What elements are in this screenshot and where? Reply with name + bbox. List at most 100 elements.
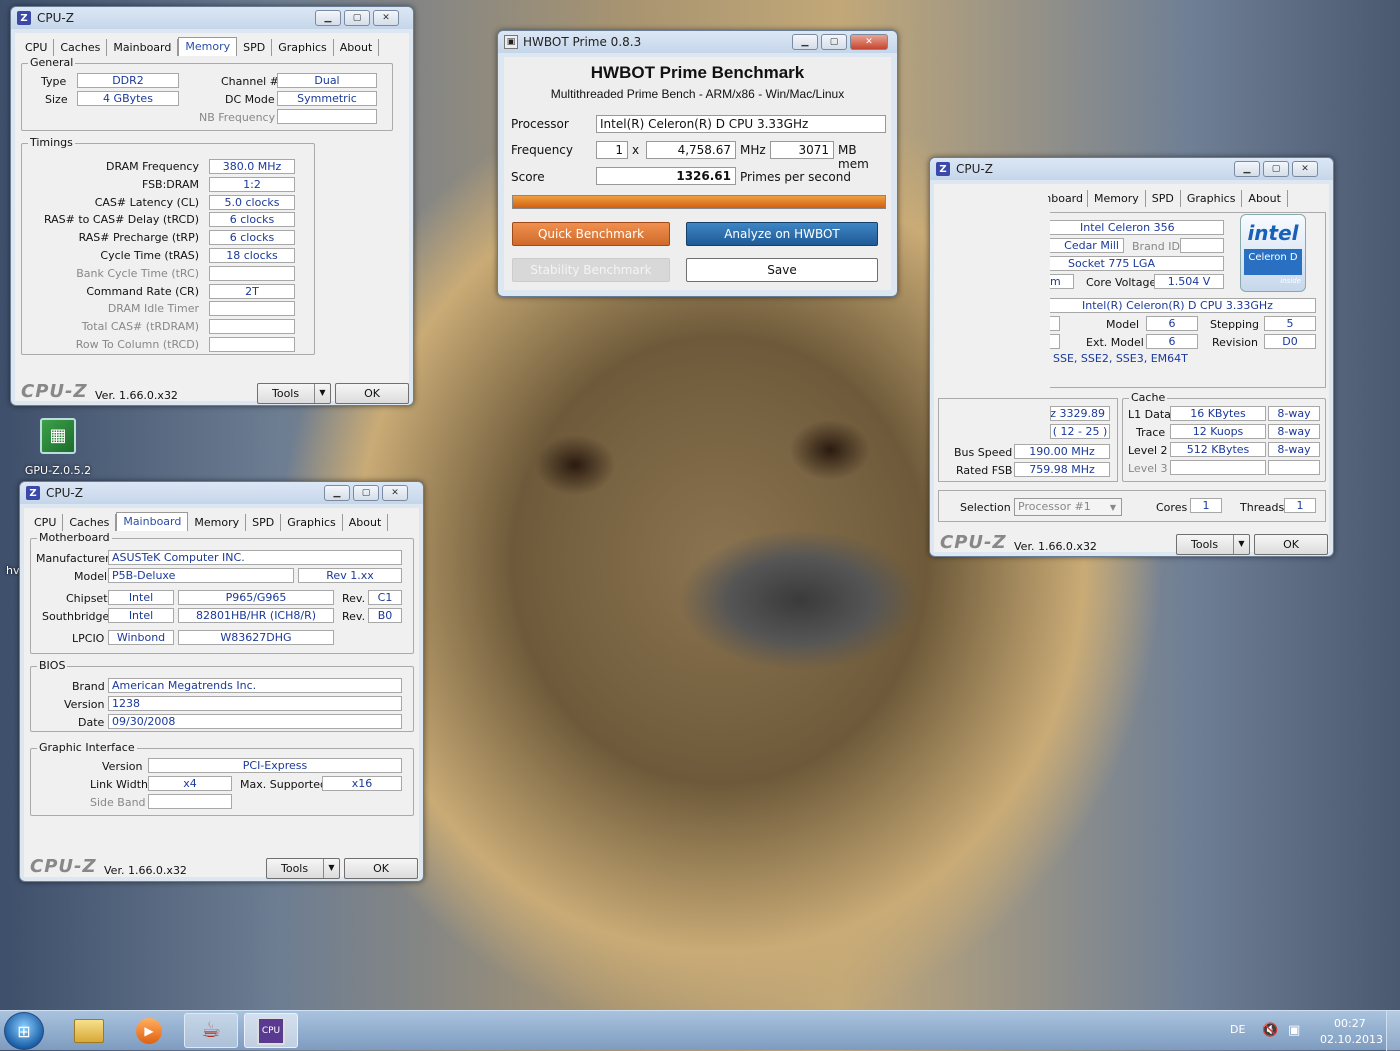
cpuz-brand: CPU-Z xyxy=(30,856,97,877)
nbfreq-value xyxy=(277,109,377,124)
tab-about[interactable]: About xyxy=(334,39,380,56)
tools-button[interactable]: Tools ▼ xyxy=(266,858,340,879)
ok-button[interactable]: OK xyxy=(344,858,418,879)
close-button[interactable]: ✕ xyxy=(373,10,399,26)
tab-mainboard[interactable]: Mainboard xyxy=(1048,190,1088,207)
title-bar[interactable]: Z CPU-Z ▁ ▢ ✕ xyxy=(930,158,1333,180)
close-button[interactable]: ✕ xyxy=(1292,161,1318,177)
start-button[interactable]: ⊞ xyxy=(4,1012,44,1050)
minimize-button[interactable]: ▁ xyxy=(1234,161,1260,177)
stability-benchmark-button[interactable]: Stability Benchmark xyxy=(512,258,670,282)
ok-button[interactable]: OK xyxy=(1254,534,1328,555)
tab-graphics[interactable]: Graphics xyxy=(281,514,343,531)
title-bar[interactable]: Z CPU-Z ▁ ▢ ✕ xyxy=(11,7,413,29)
tab-mainboard[interactable]: Mainboard xyxy=(107,39,179,56)
chipset-value: P965/G965 xyxy=(178,590,334,605)
mb-mem-label: MB mem xyxy=(838,143,869,171)
tab-about[interactable]: About xyxy=(1242,190,1288,207)
processor-label: Processor xyxy=(511,117,569,131)
dropdown-arrow-icon[interactable]: ▼ xyxy=(1106,500,1120,514)
timing-value: 6 clocks xyxy=(209,212,295,228)
tab-caches[interactable]: Caches xyxy=(54,39,108,56)
explorer-taskbar-button[interactable] xyxy=(62,1013,116,1048)
cpuz-brand: CPU-Z xyxy=(940,532,1007,553)
windows-logo-icon: ⊞ xyxy=(17,1021,31,1041)
manufacturer-label: Manufacturer xyxy=(36,552,110,565)
hwbot-heading: HWBOT Prime Benchmark xyxy=(590,63,805,82)
tab-bar: Mainboard Memory SPD Graphics About xyxy=(1048,190,1288,207)
close-button[interactable]: ✕ xyxy=(382,485,408,501)
title-bar[interactable]: Z CPU-Z ▁ ▢ ✕ xyxy=(20,482,423,504)
model-label: Model xyxy=(74,570,108,583)
dropdown-arrow-icon[interactable]: ▼ xyxy=(323,859,339,878)
tab-memory[interactable]: Memory xyxy=(1088,190,1146,207)
timing-value: 6 clocks xyxy=(209,230,295,246)
tab-graphics[interactable]: Graphics xyxy=(1181,190,1243,207)
timing-label: RAS# to CAS# Delay (tRCD) xyxy=(43,213,199,227)
gpuz-label: GPU-Z.0.5.2 xyxy=(24,464,92,477)
hwbot-window[interactable]: ▣ HWBOT Prime 0.8.3 ▁ ▢ ✕ HWBOT Prime Bench… xyxy=(497,30,898,297)
maximize-button[interactable]: ▢ xyxy=(1263,161,1289,177)
selection-label: Selection xyxy=(960,501,1011,514)
media-play-icon: ▶ xyxy=(136,1017,162,1044)
cpuz-memory-window[interactable]: Z CPU-Z ▁ ▢ ✕ CPU Caches Mainboard Memory S… xyxy=(10,6,414,406)
minimize-button[interactable]: ▁ xyxy=(792,34,818,50)
cpuz-taskbar-button[interactable]: CPU xyxy=(244,1013,298,1048)
ok-button[interactable]: OK xyxy=(335,383,409,404)
trace-label: Trace xyxy=(1136,426,1166,439)
minimize-button[interactable]: ▁ xyxy=(315,10,341,26)
quick-benchmark-button[interactable]: Quick Benchmark xyxy=(512,222,670,246)
analyze-button[interactable]: Analyze on HWBOT xyxy=(686,222,878,246)
tab-spd[interactable]: SPD xyxy=(1146,190,1181,207)
tab-graphics[interactable]: Graphics xyxy=(272,39,334,56)
language-indicator[interactable]: DE xyxy=(1230,1023,1245,1036)
bios-brand-label: Brand xyxy=(72,680,105,693)
dropdown-arrow-icon[interactable]: ▼ xyxy=(314,384,330,403)
clock-time[interactable]: 00:27 xyxy=(1334,1017,1366,1030)
gpuz-desktop-icon[interactable]: ▦ GPU-Z.0.5.2 xyxy=(22,414,94,477)
progress-fill xyxy=(513,196,885,208)
size-value: 4 GBytes xyxy=(77,91,179,106)
tab-cpu[interactable]: CPU xyxy=(28,514,64,531)
tab-about[interactable]: About xyxy=(343,514,389,531)
timing-value: 2T xyxy=(209,283,295,299)
java-taskbar-button[interactable]: ☕ xyxy=(184,1013,238,1048)
cpu-name-value: Intel Celeron 356 xyxy=(1050,220,1224,235)
timing-label: RAS# Precharge (tRP) xyxy=(78,231,199,245)
tab-cpu[interactable]: CPU xyxy=(19,39,55,56)
tools-button[interactable]: Tools ▼ xyxy=(257,383,331,404)
processor-select[interactable]: Processor #1 ▼ xyxy=(1014,498,1122,516)
network-icon[interactable]: ▣ xyxy=(1288,1023,1300,1038)
tab-caches[interactable]: Caches xyxy=(63,514,117,531)
show-desktop-button[interactable] xyxy=(1386,1011,1400,1051)
close-button[interactable]: ✕ xyxy=(850,34,888,50)
tab-spd[interactable]: SPD xyxy=(246,514,282,531)
nbfreq-label: NB Frequency xyxy=(199,111,276,124)
bus-speed-value: 190.00 MHz xyxy=(1014,444,1110,459)
southbridge-vendor: Intel xyxy=(108,608,174,623)
tab-mainboard[interactable]: Mainboard xyxy=(116,512,189,531)
dropdown-arrow-icon[interactable]: ▼ xyxy=(1233,535,1249,554)
title-bar[interactable]: ▣ HWBOT Prime 0.8.3 ▁ ▢ ✕ xyxy=(498,31,897,53)
threads-value: 1 xyxy=(1284,498,1316,513)
spec-value: Intel(R) Celeron(R) D CPU 3.33GHz xyxy=(1050,298,1316,313)
maximize-button[interactable]: ▢ xyxy=(821,34,847,50)
save-button[interactable]: Save xyxy=(686,258,878,282)
model-value: 6 xyxy=(1146,316,1198,331)
maximize-button[interactable]: ▢ xyxy=(353,485,379,501)
tab-memory[interactable]: Memory xyxy=(188,514,247,531)
maximize-button[interactable]: ▢ xyxy=(344,10,370,26)
rated-fsb-value: 759.98 MHz xyxy=(1014,462,1110,477)
cpuz-mainboard-window[interactable]: Z CPU-Z ▁ ▢ ✕ CPU Caches Mainboard Memory S… xyxy=(19,481,424,882)
tab-memory[interactable]: Memory xyxy=(178,37,238,56)
clock-date[interactable]: 02.10.2013 xyxy=(1320,1033,1383,1046)
max-supported-label: Max. Supported xyxy=(240,778,327,791)
intel-wordmark: intel xyxy=(1247,221,1299,245)
tab-spd[interactable]: SPD xyxy=(237,39,273,56)
tools-button[interactable]: Tools ▼ xyxy=(1176,534,1250,555)
volume-muted-icon[interactable]: 🔇 xyxy=(1262,1023,1278,1038)
cpuz-cpu-window[interactable]: Z CPU-Z ▁▢✕ Mainboard Memory SPD Graphics… xyxy=(929,157,1334,557)
minimize-button[interactable]: ▁ xyxy=(324,485,350,501)
media-player-taskbar-button[interactable]: ▶ xyxy=(122,1013,176,1048)
core-voltage-label: Core Voltage xyxy=(1086,276,1157,289)
